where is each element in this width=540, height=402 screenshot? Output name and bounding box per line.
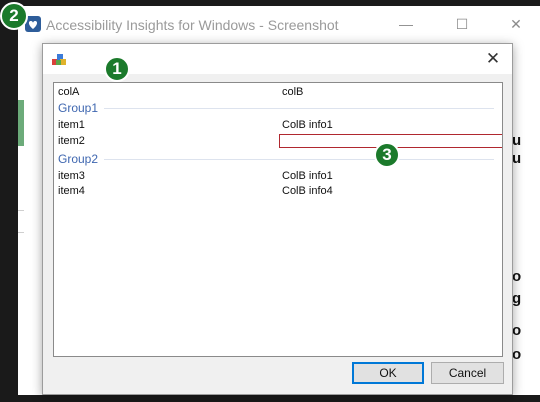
callout-badge-1: 1 [104,56,130,82]
minimize-button[interactable]: — [392,14,420,34]
list-item[interactable]: item1 ColB info1 [54,118,502,132]
close-button[interactable]: ✕ [502,14,530,34]
cell-colb: ColB info4 [282,185,333,197]
background-window-title: Accessibility Insights for Windows - Scr… [46,17,339,33]
cell-cola: item2 [58,135,85,147]
column-header-cola[interactable]: colA [58,85,79,99]
group-header-group2[interactable]: Group2 [58,152,98,166]
background-text-fragment: u [512,132,522,149]
background-text-fragment: u [512,150,522,167]
cell-colb: ColB info1 [282,170,333,182]
list-item[interactable]: item4 ColB info4 [54,184,502,198]
dialog-window: ✕ colA colB Group1 item1 ColB info1 item… [42,43,513,395]
callout-badge-3: 3 [374,142,400,168]
list-item[interactable]: item3 ColB info1 [54,169,502,183]
list-view[interactable]: colA colB Group1 item1 ColB info1 item2 … [53,82,503,357]
group-divider [104,159,494,160]
background-text-fragment: o [512,346,522,363]
group-header-group1[interactable]: Group1 [58,101,98,115]
maximize-button[interactable]: ☐ [448,14,476,34]
background-title-bar: Accessibility Insights for Windows - Scr… [18,6,540,42]
callout-badge-2: 2 [0,2,28,30]
cancel-button[interactable]: Cancel [431,362,504,384]
group-divider [104,108,494,109]
screen-bottom-edge [0,395,540,402]
ok-button[interactable]: OK [352,362,424,384]
application-icon [52,54,66,65]
cell-colb: ColB info1 [282,119,333,131]
cell-cola: item1 [58,119,85,131]
column-header-colb[interactable]: colB [282,85,303,99]
close-icon[interactable]: ✕ [482,48,504,70]
background-text-fragment: o [512,322,522,339]
list-header-row: colA colB [54,85,502,99]
background-text-fragment: g [512,290,522,307]
background-divider [18,210,24,211]
background-divider [18,232,24,233]
cell-cola: item4 [58,185,85,197]
background-text-fragment: o [512,268,522,285]
background-accent-bar [18,100,24,146]
cell-cola: item3 [58,170,85,182]
